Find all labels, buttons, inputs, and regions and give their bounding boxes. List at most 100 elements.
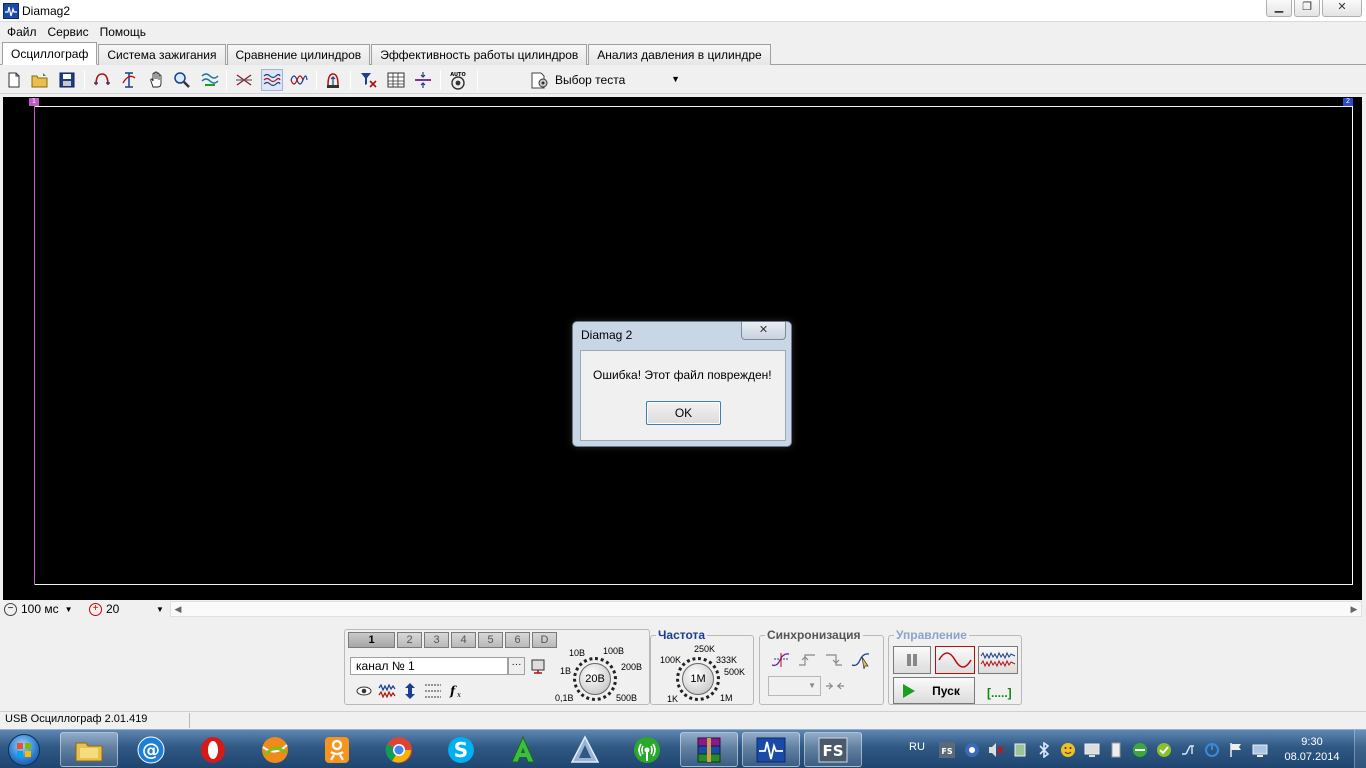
- minimize-button[interactable]: ▁: [1266, 0, 1292, 17]
- tray-bluetooth-icon[interactable]: [1036, 742, 1052, 758]
- taskbar-explorer-icon[interactable]: [60, 732, 118, 767]
- filter-icon[interactable]: [358, 69, 380, 91]
- pause-button[interactable]: [893, 646, 931, 674]
- time-scale-control[interactable]: − 100 мс ▼: [4, 601, 86, 617]
- menu-help[interactable]: Помощь: [95, 22, 152, 42]
- vertical-cursor-icon[interactable]: [118, 69, 140, 91]
- tray-messenger-icon[interactable]: [1060, 742, 1076, 758]
- language-indicator[interactable]: RU: [909, 741, 925, 753]
- function-fx-icon[interactable]: fx: [449, 682, 467, 700]
- channel-d-button[interactable]: D: [532, 632, 557, 648]
- taskbar-triangle-app-icon[interactable]: [556, 732, 614, 767]
- taskbar-wireless-app-icon[interactable]: [618, 732, 676, 767]
- taskbar-diamag2-icon[interactable]: [742, 732, 800, 767]
- scroll-right-icon[interactable]: ▶: [1347, 602, 1361, 616]
- tray-usb-icon[interactable]: [1108, 742, 1124, 758]
- vertical-shift-icon[interactable]: [401, 682, 419, 700]
- dialog-close-button[interactable]: ✕: [741, 322, 786, 340]
- tray-display-icon[interactable]: [1252, 742, 1268, 758]
- tray-power-icon[interactable]: [1204, 742, 1220, 758]
- dropdown-arrow-icon[interactable]: ▼: [156, 605, 164, 614]
- channel-5-button[interactable]: 5: [478, 632, 503, 648]
- taskbar-odnoklassniki-icon[interactable]: [308, 732, 366, 767]
- zoom-icon[interactable]: [171, 69, 193, 91]
- taskbar-tennis-game-icon[interactable]: [246, 732, 304, 767]
- taskbar-winrar-icon[interactable]: [680, 732, 738, 767]
- tab-ignition-system[interactable]: Система зажигания: [98, 44, 226, 65]
- close-button[interactable]: ✕: [1322, 0, 1362, 17]
- taskbar-opera-icon[interactable]: [184, 732, 242, 767]
- start-button-orb[interactable]: [3, 731, 45, 768]
- tab-oscilloscope[interactable]: Осциллограф: [2, 42, 98, 65]
- continuous-sweep-button[interactable]: [978, 646, 1018, 674]
- zoom-in-icon[interactable]: +: [89, 602, 102, 616]
- tray-network-icon[interactable]: [1180, 742, 1196, 758]
- level-lines-icon[interactable]: [424, 682, 442, 700]
- tab-cylinder-efficiency[interactable]: Эффективность работы цилиндров: [371, 44, 588, 65]
- frequency-knob[interactable]: 1M: [682, 663, 714, 695]
- sync-auto-icon[interactable]: [771, 651, 791, 669]
- sync-falling-icon[interactable]: [824, 651, 844, 669]
- zoom-out-icon[interactable]: −: [4, 602, 17, 616]
- signal-stack-icon[interactable]: [199, 69, 221, 91]
- tray-monitor-icon[interactable]: [1084, 742, 1100, 758]
- tray-antivirus-icon[interactable]: [964, 742, 980, 758]
- show-desktop-button[interactable]: [1354, 730, 1366, 768]
- menu-file[interactable]: Файл: [2, 22, 43, 42]
- noise-wave-icon[interactable]: [378, 682, 396, 700]
- tab-cylinder-compare[interactable]: Сравнение цилиндров: [226, 44, 371, 65]
- eye-icon[interactable]: [355, 682, 373, 700]
- auto-scale-icon[interactable]: [322, 69, 344, 91]
- system-clock[interactable]: 9:30 08.07.2014: [1280, 735, 1344, 765]
- horizontal-scrollbar[interactable]: ◀ ▶: [170, 601, 1362, 617]
- new-file-icon[interactable]: [3, 69, 25, 91]
- tab-cylinder-pressure[interactable]: Анализ давления в цилиндре: [588, 44, 771, 65]
- app-icon[interactable]: [3, 3, 19, 19]
- open-folder-icon[interactable]: [29, 69, 51, 91]
- channel-6-button[interactable]: 6: [505, 632, 530, 648]
- overlay-waves-icon[interactable]: [261, 69, 283, 91]
- scroll-left-icon[interactable]: ◀: [171, 602, 185, 616]
- sync-merge-icon[interactable]: [825, 677, 845, 695]
- tray-volume-muted-icon[interactable]: [988, 742, 1004, 758]
- channel-browse-button[interactable]: ···: [508, 657, 525, 675]
- sync-cursor-icon[interactable]: [851, 651, 871, 669]
- taskbar-skype-icon[interactable]: S: [432, 732, 490, 767]
- channel-name-field[interactable]: канал № 1: [350, 657, 508, 675]
- test-select-dropdown[interactable]: Выбор теста ▼: [526, 69, 686, 91]
- channel-3-button[interactable]: 3: [424, 632, 449, 648]
- channel-4-button[interactable]: 4: [451, 632, 476, 648]
- restore-button[interactable]: ❐: [1294, 0, 1320, 17]
- split-waves-icon[interactable]: [288, 69, 310, 91]
- voltage-knob[interactable]: 20В: [579, 663, 611, 695]
- amplitude-scale-control[interactable]: + 20 ▼: [89, 601, 165, 617]
- sensor-probe-icon[interactable]: [529, 657, 547, 675]
- tray-fs-icon[interactable]: FS: [939, 742, 955, 758]
- cursor-marker-1[interactable]: 1: [29, 98, 39, 106]
- menu-service[interactable]: Сервис: [43, 22, 95, 42]
- grid-table-icon[interactable]: [385, 69, 407, 91]
- sync-channel-select[interactable]: ▼: [768, 676, 821, 696]
- tray-check-icon[interactable]: [1156, 742, 1172, 758]
- tray-flag-icon[interactable]: [1228, 742, 1244, 758]
- hand-pan-icon[interactable]: [145, 69, 167, 91]
- dropdown-arrow-icon[interactable]: ▼: [65, 605, 73, 614]
- channel-1-button[interactable]: 1: [348, 632, 395, 648]
- taskbar-mail-ru-icon[interactable]: @: [122, 732, 180, 767]
- save-icon[interactable]: [56, 69, 78, 91]
- sync-rising-icon[interactable]: [797, 651, 817, 669]
- tray-network-green-icon[interactable]: [1132, 742, 1148, 758]
- channel-2-button[interactable]: 2: [397, 632, 422, 648]
- tray-device-icon[interactable]: [1012, 742, 1028, 758]
- single-sweep-button[interactable]: [935, 646, 975, 674]
- auto-knob-icon[interactable]: AUTO: [447, 69, 469, 91]
- taskbar-fs-app-icon[interactable]: FS: [804, 732, 862, 767]
- cursor-arc-icon[interactable]: [91, 69, 113, 91]
- taskbar-chrome-icon[interactable]: [370, 732, 428, 767]
- ok-button[interactable]: OK: [646, 401, 721, 425]
- taskbar-a-app-icon[interactable]: [494, 732, 552, 767]
- level-line-icon[interactable]: [412, 69, 434, 91]
- start-button[interactable]: Пуск: [893, 677, 975, 704]
- cross-signal-icon[interactable]: [233, 69, 255, 91]
- cursor-marker-2[interactable]: 2: [1343, 98, 1353, 106]
